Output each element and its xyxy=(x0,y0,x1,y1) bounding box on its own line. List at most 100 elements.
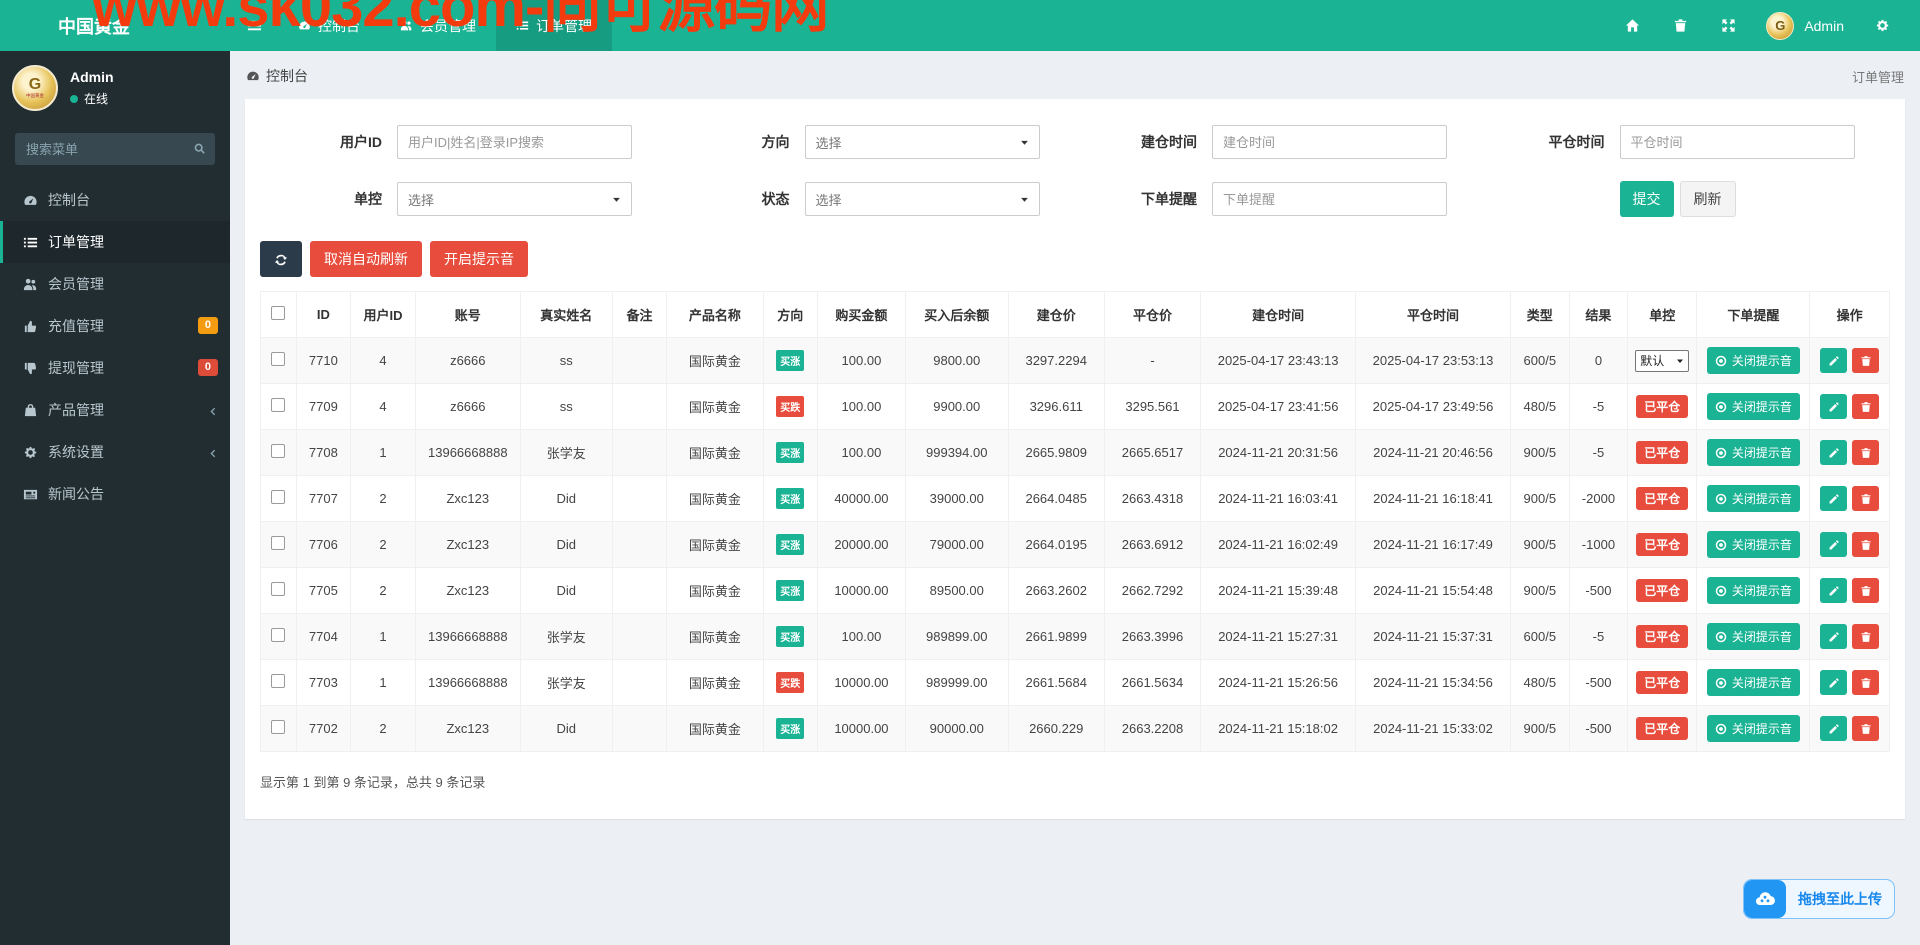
hamburger-icon xyxy=(247,18,262,33)
cloud-icon xyxy=(1744,880,1786,918)
sidebar-item-withdraw[interactable]: 提现管理 0 xyxy=(0,347,230,389)
fullscreen-button[interactable] xyxy=(1708,0,1748,51)
search-icon[interactable] xyxy=(193,142,206,155)
edit-button[interactable] xyxy=(1820,716,1848,741)
delete-button[interactable] xyxy=(1852,532,1880,557)
drag-upload-button[interactable]: 拖拽至此上传 xyxy=(1743,879,1895,919)
nav-tab-members[interactable]: 会员管理 xyxy=(380,0,496,51)
row-checkbox[interactable] xyxy=(271,444,286,458)
sidebar-item-label: 产品管理 xyxy=(48,402,104,418)
navbar-user-menu[interactable]: G Admin xyxy=(1756,11,1854,40)
submit-button[interactable]: 提交 xyxy=(1619,181,1674,217)
cell-remark xyxy=(612,613,668,660)
cell-id: 7708 xyxy=(296,429,352,476)
search-input[interactable] xyxy=(15,133,215,165)
row-checkbox[interactable] xyxy=(271,582,286,596)
delete-button[interactable] xyxy=(1852,670,1880,695)
sidebar-toggle-button[interactable] xyxy=(230,0,278,51)
select-all-checkbox[interactable] xyxy=(271,306,286,320)
home-button[interactable] xyxy=(1612,0,1652,51)
table-toolbar: 取消自动刷新 开启提示音 xyxy=(260,241,1890,277)
close-sound-button[interactable]: 关闭提示音 xyxy=(1706,669,1800,696)
delete-button[interactable] xyxy=(1852,578,1880,603)
sidebar-item-products[interactable]: 产品管理 xyxy=(0,389,230,431)
trash-icon xyxy=(1860,585,1872,597)
close-sound-button[interactable]: 关闭提示音 xyxy=(1706,715,1800,742)
close-sound-button[interactable]: 关闭提示音 xyxy=(1706,439,1800,466)
delete-button[interactable] xyxy=(1852,624,1880,649)
row-checkbox[interactable] xyxy=(271,490,286,504)
delete-button[interactable] xyxy=(1852,348,1880,373)
delete-button[interactable] xyxy=(1852,716,1880,741)
close-sound-button[interactable]: 关闭提示音 xyxy=(1706,623,1800,650)
edit-button[interactable] xyxy=(1820,486,1848,511)
cell-open-price: 3296.611 xyxy=(1008,383,1105,430)
column-header: 产品名称 xyxy=(666,291,764,338)
delete-button[interactable] xyxy=(1852,440,1880,465)
nav-tab-dashboard[interactable]: 控制台 xyxy=(278,0,380,51)
direction-select[interactable]: 选择 xyxy=(804,125,1040,159)
row-checkbox[interactable] xyxy=(271,352,286,366)
direction-badge: 买跌 xyxy=(776,396,805,417)
reload-table-button[interactable] xyxy=(260,241,302,277)
row-control-select[interactable]: 默认 xyxy=(1635,349,1690,372)
order-alert-input[interactable] xyxy=(1212,182,1447,216)
dot-circle-icon xyxy=(1715,585,1727,597)
cell-close-price: 2663.4318 xyxy=(1104,475,1202,522)
edit-button[interactable] xyxy=(1820,670,1848,695)
cell-balance-after: 9800.00 xyxy=(905,337,1009,384)
edit-button[interactable] xyxy=(1820,394,1848,419)
sidebar-item-news[interactable]: 新闻公告 xyxy=(0,473,230,515)
cell-type: 900/5 xyxy=(1510,475,1570,522)
pencil-icon xyxy=(1828,493,1840,505)
sidebar-menu: 控制台 订单管理 会员管理 充值管理 0 提现管理 0 产品管理 系统设置 新闻… xyxy=(0,179,230,515)
close-sound-button[interactable]: 关闭提示音 xyxy=(1706,577,1800,604)
close-time-input[interactable] xyxy=(1619,125,1855,159)
close-sound-button[interactable]: 关闭提示音 xyxy=(1706,485,1800,512)
sidebar-item-label: 充值管理 xyxy=(48,318,104,334)
row-checkbox[interactable] xyxy=(271,536,286,550)
refresh-button[interactable]: 刷新 xyxy=(1679,181,1736,217)
trash-icon xyxy=(1860,401,1872,413)
row-checkbox[interactable] xyxy=(271,628,286,642)
sidebar-item-orders[interactable]: 订单管理 xyxy=(0,221,230,263)
nav-tab-orders[interactable]: 订单管理 xyxy=(496,0,612,51)
sidebar-item-label: 会员管理 xyxy=(48,276,104,292)
edit-button[interactable] xyxy=(1820,532,1848,557)
row-checkbox[interactable] xyxy=(271,720,286,734)
edit-button[interactable] xyxy=(1820,440,1848,465)
control-select[interactable]: 选择 xyxy=(397,182,632,216)
cell-real-name: 张学友 xyxy=(520,429,613,476)
cell-buy-amount: 10000.00 xyxy=(817,705,906,752)
close-sound-button[interactable]: 关闭提示音 xyxy=(1706,393,1800,420)
close-sound-button[interactable]: 关闭提示音 xyxy=(1706,531,1800,558)
sidebar-item-settings[interactable]: 系统设置 xyxy=(0,431,230,473)
enable-sound-button[interactable]: 开启提示音 xyxy=(430,241,528,277)
status-select[interactable]: 选择 xyxy=(804,182,1040,216)
column-header: 建仓价 xyxy=(1008,291,1105,338)
edit-button[interactable] xyxy=(1820,348,1848,373)
closed-position-badge: 已平仓 xyxy=(1636,579,1689,602)
settings-button[interactable] xyxy=(1862,0,1902,51)
delete-button[interactable] xyxy=(1852,394,1880,419)
userid-search-input[interactable] xyxy=(397,125,632,159)
edit-button[interactable] xyxy=(1820,578,1848,603)
close-sound-button[interactable]: 关闭提示音 xyxy=(1706,347,1800,374)
open-time-input[interactable] xyxy=(1212,125,1447,159)
clear-cache-button[interactable] xyxy=(1660,0,1700,51)
cell-remark xyxy=(612,337,668,384)
row-checkbox[interactable] xyxy=(271,398,286,412)
cell-close-price: 3295.561 xyxy=(1104,383,1202,430)
cell-result: 0 xyxy=(1569,337,1629,384)
sidebar-item-members[interactable]: 会员管理 xyxy=(0,263,230,305)
edit-button[interactable] xyxy=(1820,624,1848,649)
cancel-auto-refresh-button[interactable]: 取消自动刷新 xyxy=(310,241,422,277)
cell-close-price: 2661.5634 xyxy=(1104,659,1202,706)
delete-button[interactable] xyxy=(1852,486,1880,511)
sidebar-item-recharge[interactable]: 充值管理 0 xyxy=(0,305,230,347)
column-header: 购买金额 xyxy=(817,291,906,338)
sidebar-item-dashboard[interactable]: 控制台 xyxy=(0,179,230,221)
column-header: 操作 xyxy=(1809,291,1890,338)
row-checkbox[interactable] xyxy=(271,674,286,688)
filter-label-control: 单控 xyxy=(354,191,382,207)
